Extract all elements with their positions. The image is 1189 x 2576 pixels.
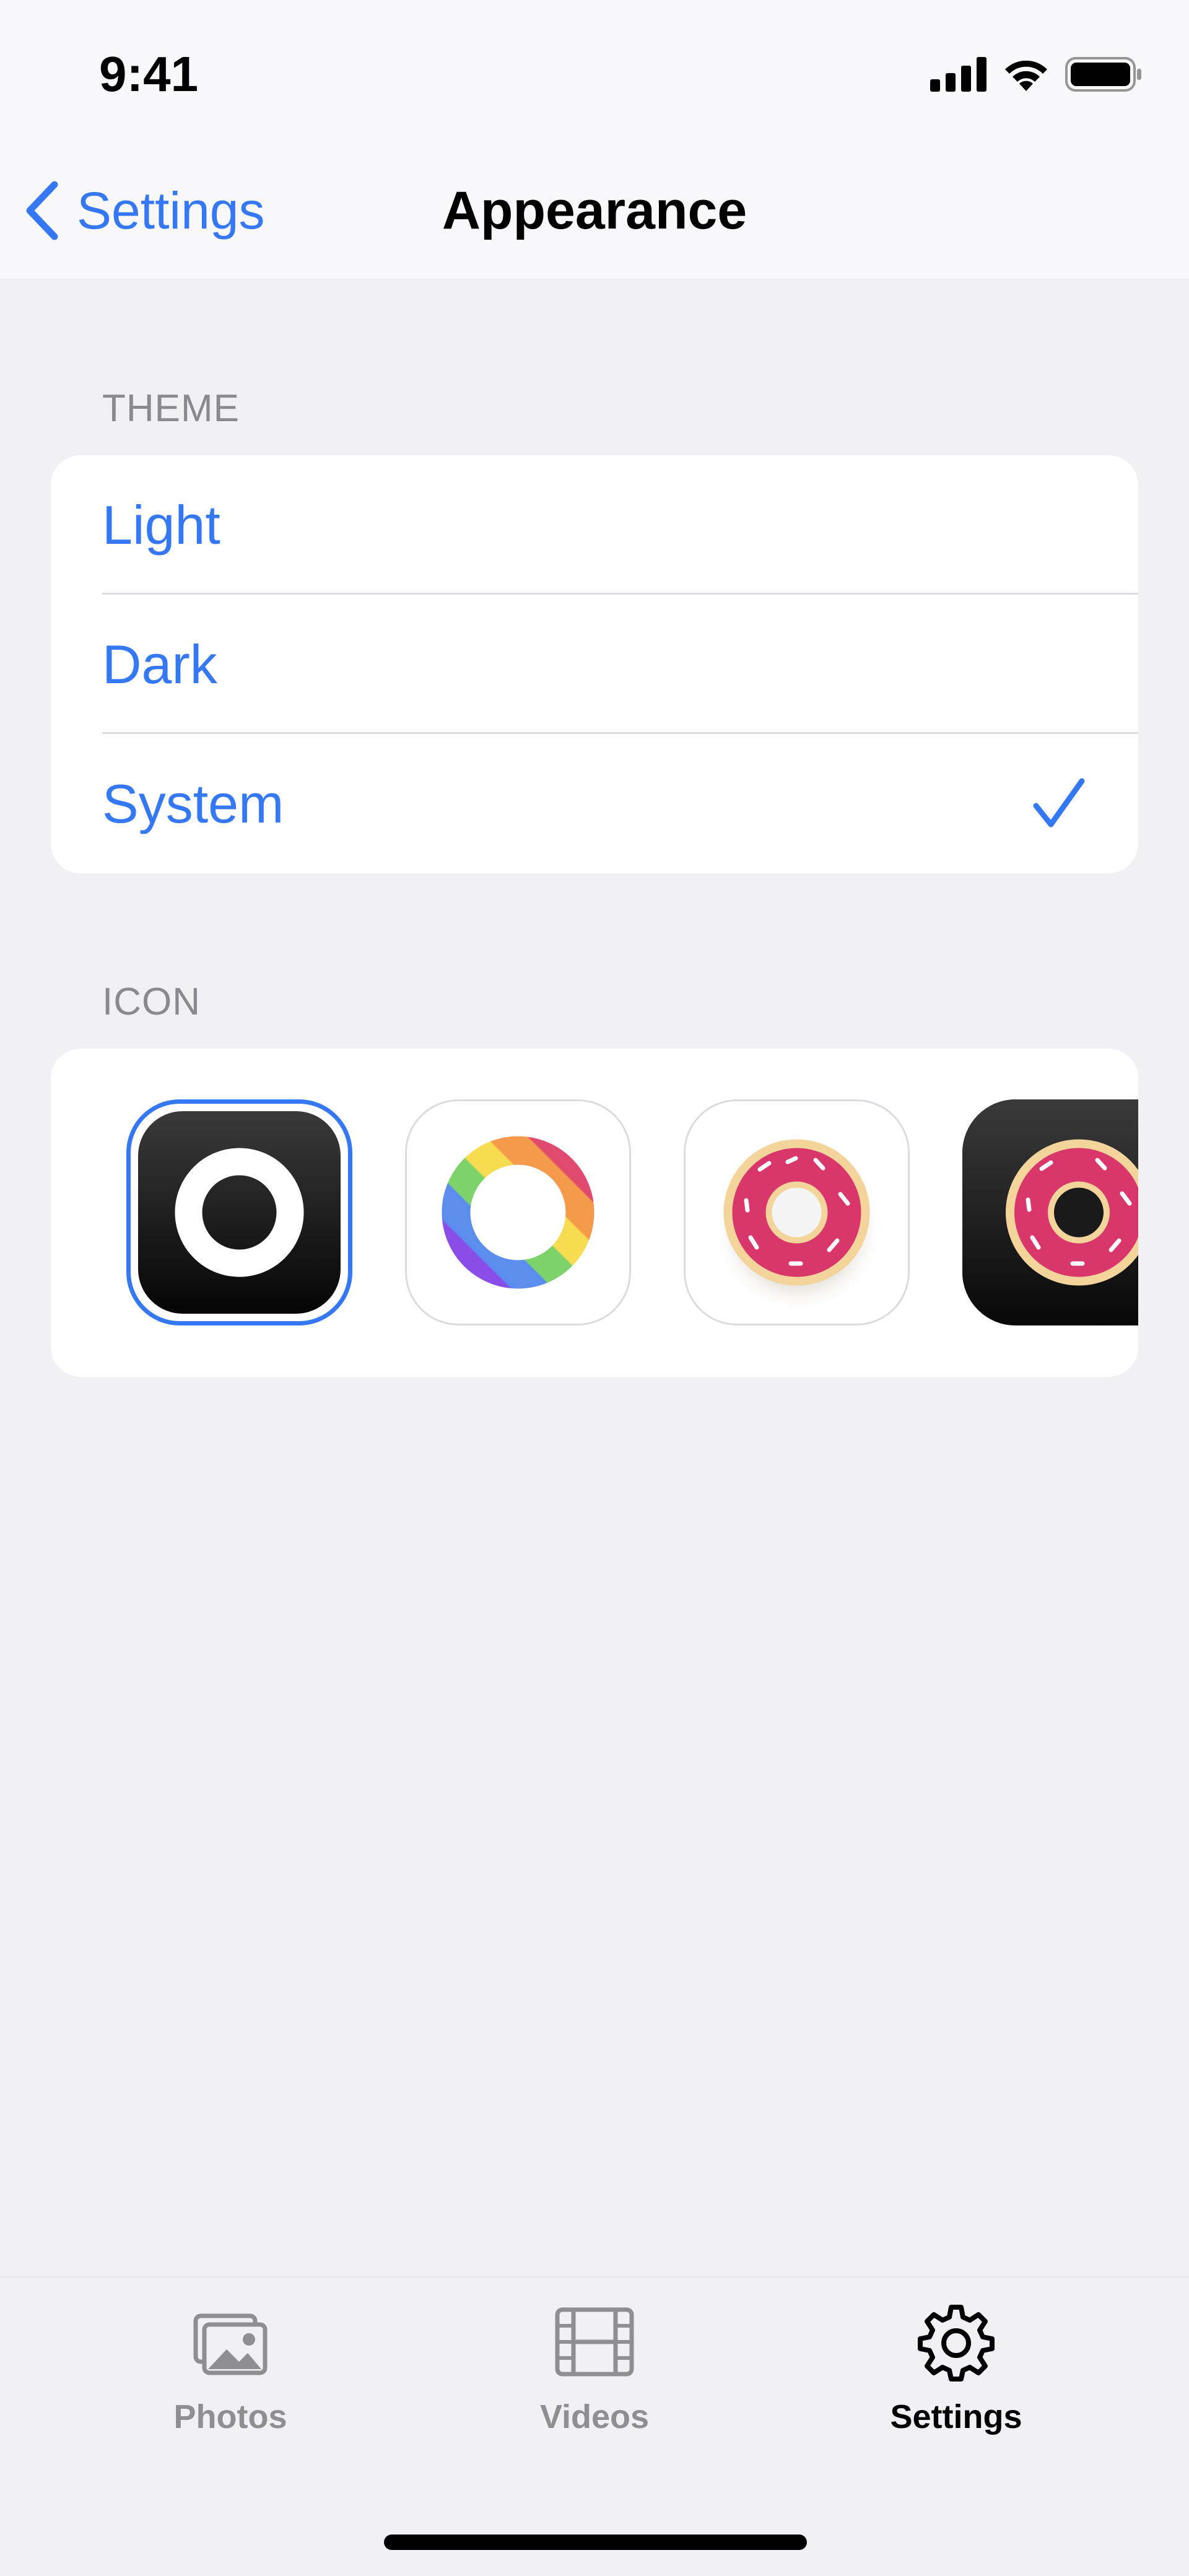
theme-option-label: System [102, 773, 284, 834]
navigation-header: 9:41 Settings Appearance [0, 0, 1189, 279]
photos-icon [193, 2313, 268, 2375]
status-time: 9:41 [99, 46, 199, 102]
theme-option-label: Dark [102, 634, 217, 695]
tab-settings[interactable]: Settings [832, 2302, 1080, 2445]
tab-label: Photos [173, 2398, 287, 2435]
rainbow-ring-app-icon [442, 1136, 594, 1289]
icon-option-rainbow-ring[interactable] [405, 1099, 631, 1325]
tab-label: Videos [539, 2398, 650, 2435]
theme-section-header: THEME [102, 387, 240, 430]
black-ring-app-icon [138, 1111, 341, 1314]
cellular-signal-icon [930, 57, 986, 92]
theme-option-light[interactable]: Light [51, 455, 1138, 595]
icon-option-donut-light[interactable] [684, 1099, 910, 1325]
battery-icon [1065, 57, 1141, 92]
theme-card: Light Dark System [51, 455, 1138, 873]
tab-photos[interactable]: Photos [107, 2302, 354, 2445]
film-icon [555, 2307, 634, 2377]
tab-videos[interactable]: Videos [471, 2302, 718, 2445]
pink-donut-dark-app-icon [962, 1099, 1138, 1325]
tab-label: Settings [890, 2398, 1022, 2435]
icon-picker-row [51, 1099, 1138, 1329]
icon-section-header: ICON [102, 980, 201, 1023]
home-indicator[interactable] [384, 2535, 807, 2550]
icon-option-donut-dark[interactable] [962, 1099, 1138, 1325]
wifi-icon [1005, 60, 1047, 91]
theme-option-dark[interactable]: Dark [51, 595, 1138, 734]
page-title: Appearance [442, 181, 747, 240]
theme-option-system[interactable]: System [51, 734, 1138, 873]
checkmark-icon [1033, 778, 1085, 827]
pink-donut-light-app-icon [712, 1132, 885, 1306]
theme-option-label: Light [102, 494, 220, 556]
status-icons [930, 50, 1142, 99]
gear-icon [918, 2305, 995, 2382]
tab-bar: Photos Videos Settings [0, 2276, 1189, 2576]
icon-option-black-ring[interactable] [126, 1099, 352, 1325]
icon-card [51, 1049, 1138, 1377]
